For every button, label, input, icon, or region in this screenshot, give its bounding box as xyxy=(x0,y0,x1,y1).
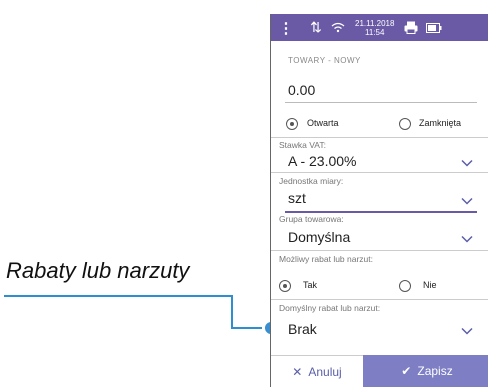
divider xyxy=(271,250,488,251)
battery-icon xyxy=(426,22,442,33)
radio-zamknieta-label: Zamknięta xyxy=(419,118,462,128)
radio-tak[interactable] xyxy=(279,280,291,292)
radio-otwarta-label: Otwarta xyxy=(307,118,339,128)
printer-icon xyxy=(404,21,418,34)
chevron-down-icon[interactable] xyxy=(461,235,473,243)
group-label: Grupa towarowa: xyxy=(279,214,344,224)
chevron-down-icon[interactable] xyxy=(461,327,473,335)
chevron-down-icon[interactable] xyxy=(461,159,473,167)
close-icon: ✕ xyxy=(292,364,303,379)
price-input[interactable]: 0.00 xyxy=(288,82,315,98)
unit-label: Jednostka miary: xyxy=(279,176,344,186)
cancel-button[interactable]: ✕ Anuluj xyxy=(271,355,363,387)
device-screen: ⋮ ⇅ 21.11.2018 11:54 TOWARY - NOWY 0.00 … xyxy=(270,14,488,387)
check-icon: ✔ xyxy=(401,364,412,378)
more-vertical-icon[interactable]: ⋮ xyxy=(277,19,295,37)
unit-underline xyxy=(285,211,477,213)
callout-label: Rabaty lub narzuty xyxy=(6,258,190,283)
divider xyxy=(271,299,488,300)
footer-actions: ✕ Anuluj ✔ Zapisz xyxy=(271,355,488,387)
divider xyxy=(271,137,488,138)
chevron-down-icon[interactable] xyxy=(461,197,473,205)
status-date: 21.11.2018 xyxy=(355,18,395,28)
status-time: 11:54 xyxy=(365,27,385,37)
cancel-label: Anuluj xyxy=(308,364,342,379)
radio-tak-label: Tak xyxy=(303,280,318,290)
radio-otwarta[interactable] xyxy=(286,118,298,130)
group-select[interactable]: Domyślna xyxy=(288,229,350,245)
price-underline xyxy=(285,102,477,103)
wifi-icon xyxy=(329,22,347,33)
form-content: TOWARY - NOWY 0.00 Otwarta Zamknięta Sta… xyxy=(271,41,488,355)
save-button[interactable]: ✔ Zapisz xyxy=(363,355,488,387)
vat-label: Stawka VAT: xyxy=(279,140,326,150)
data-transfer-icon: ⇅ xyxy=(310,19,322,35)
default-discount-select[interactable]: Brak xyxy=(288,321,317,337)
default-discount-label: Domyślny rabat lub narzut: xyxy=(279,303,381,313)
status-datetime: 21.11.2018 11:54 xyxy=(355,19,394,37)
discount-possible-label: Możliwy rabat lub narzut: xyxy=(279,254,374,264)
save-label: Zapisz xyxy=(417,364,453,378)
vat-select[interactable]: A - 23.00% xyxy=(288,153,357,169)
price-type-radio-group: Otwarta Zamknięta xyxy=(271,115,488,133)
radio-nie[interactable] xyxy=(399,280,411,292)
unit-select[interactable]: szt xyxy=(288,190,306,206)
radio-zamknieta[interactable] xyxy=(399,118,411,130)
status-bar: ⋮ ⇅ 21.11.2018 11:54 xyxy=(271,14,488,41)
divider xyxy=(271,172,488,173)
form-title: TOWARY - NOWY xyxy=(288,56,361,65)
discount-possible-radio-group: Tak Nie xyxy=(271,277,488,295)
radio-nie-label: Nie xyxy=(423,280,437,290)
